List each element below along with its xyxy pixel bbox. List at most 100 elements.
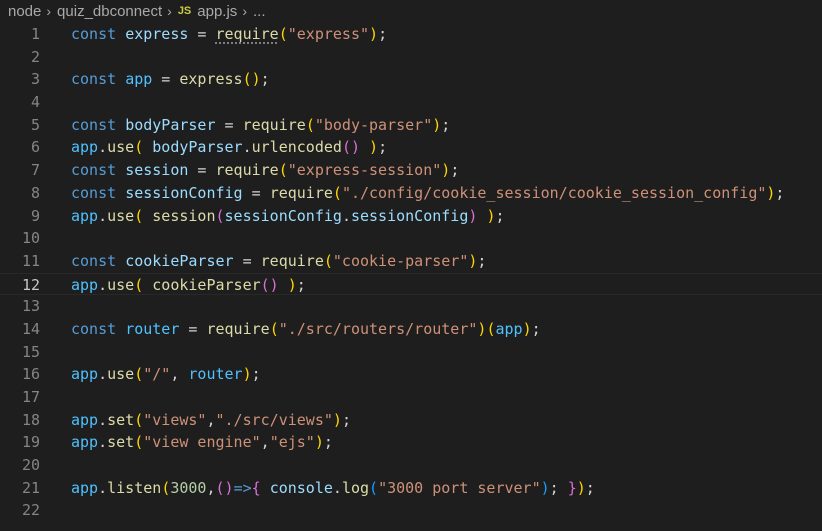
line-number: 6	[30, 138, 40, 157]
code-line[interactable]: 9 app.use( session(sessionConfig.sessionC…	[0, 205, 822, 228]
code-token: use	[107, 138, 135, 157]
code-token: ,	[206, 478, 216, 497]
code-token: )	[432, 115, 442, 134]
code-token: )	[287, 275, 297, 294]
code-token: .	[98, 410, 108, 429]
line-number: 14	[21, 319, 40, 338]
code-token: .	[98, 478, 108, 497]
code-token: )	[369, 25, 379, 43]
chevron-right-icon: ›	[167, 3, 172, 19]
code-token: ,	[206, 410, 216, 429]
code-token: .	[98, 138, 108, 157]
code-line[interactable]: 5 const bodyParser = require("body-parser…	[0, 114, 822, 137]
code-token: .	[332, 478, 342, 497]
code-line[interactable]: 10	[0, 227, 822, 250]
code-line[interactable]: 14 const router = require("./src/routers/…	[0, 318, 822, 341]
code-token: const	[71, 70, 117, 89]
code-line[interactable]: 21 app.listen(3000,()=>{ console.log("300…	[0, 477, 822, 500]
line-number: 2	[30, 47, 40, 66]
code-line[interactable]: 12 app.use( cookieParser() );	[0, 272, 822, 296]
code-token: sessionConfig	[125, 183, 243, 202]
line-number: 7	[30, 161, 40, 180]
code-line[interactable]: 19 app.set("view engine","ejs");	[0, 431, 822, 454]
code-token: const	[71, 251, 117, 270]
code-token: =>	[233, 478, 252, 497]
line-number: 22	[21, 501, 40, 520]
code-token: app	[71, 365, 99, 384]
code-token: ;	[775, 183, 785, 202]
code-token: app	[71, 433, 99, 452]
code-token: )	[314, 433, 324, 452]
code-token: ;	[323, 433, 333, 452]
code-line[interactable]: 13	[0, 295, 822, 318]
code-text: app.use( bodyParser.urlencoded() );	[71, 136, 387, 159]
code-text: const bodyParser = require("body-parser"…	[71, 114, 450, 137]
code-token: console	[269, 478, 333, 497]
code-token: ;	[251, 365, 261, 384]
code-token: sessionConfig	[350, 206, 469, 225]
breadcrumb-item-file[interactable]: app.js	[197, 3, 237, 20]
code-token: ;	[441, 115, 451, 134]
code-line[interactable]: 17	[0, 386, 822, 409]
javascript-file-icon: JS	[177, 5, 192, 17]
code-token: express	[125, 25, 189, 43]
code-token: =	[215, 115, 243, 134]
code-token: router	[188, 365, 243, 384]
code-editor[interactable]: 1 const express = require("express"); 2 3 co…	[0, 23, 822, 522]
code-token: (	[134, 365, 144, 384]
code-token: ;	[260, 70, 270, 89]
code-line[interactable]: 22	[0, 499, 822, 522]
code-line[interactable]: 3 const app = express();	[0, 68, 822, 91]
code-token: ;	[495, 206, 505, 225]
code-line[interactable]: 4	[0, 91, 822, 114]
line-number: 19	[21, 433, 40, 452]
code-line[interactable]: 1 const express = require("express");	[0, 23, 822, 46]
code-token: ;	[341, 410, 351, 429]
code-line[interactable]: 11 const cookieParser = require("cookie-p…	[0, 250, 822, 273]
line-number: 18	[21, 410, 40, 429]
code-token: .	[98, 206, 108, 225]
code-token: ;	[450, 161, 460, 180]
chevron-right-icon: ›	[46, 3, 52, 19]
code-token: )	[369, 138, 379, 157]
code-text: app.set("views","./src/views");	[71, 409, 351, 432]
code-line[interactable]: 15	[0, 341, 822, 364]
code-token: app	[71, 275, 99, 294]
code-token: session	[125, 161, 189, 180]
code-token: ()	[215, 478, 234, 497]
code-token: app	[495, 319, 523, 338]
code-token: ;	[477, 251, 487, 270]
code-line[interactable]: 20	[0, 454, 822, 477]
code-text: app.use("/", router);	[71, 363, 261, 386]
code-token: )	[441, 161, 451, 180]
code-token: .	[98, 433, 108, 452]
breadcrumb-item-folder[interactable]: quiz_dbconnect	[57, 3, 162, 20]
code-token: use	[107, 206, 135, 225]
breadcrumb-item-node[interactable]: node	[8, 3, 41, 20]
code-token: "cookie-parser"	[332, 251, 469, 270]
breadcrumb-more[interactable]: ...	[253, 3, 266, 20]
code-line[interactable]: 18 app.set("views","./src/views");	[0, 409, 822, 432]
code-line[interactable]: 6 app.use( bodyParser.urlencoded() );	[0, 136, 822, 159]
code-token: (	[134, 410, 144, 429]
code-line[interactable]: 8 const sessionConfig = require("./config…	[0, 182, 822, 205]
code-line[interactable]: 16 app.use("/", router);	[0, 363, 822, 386]
code-token: .	[341, 206, 351, 225]
line-number: 16	[21, 365, 40, 384]
code-token: )	[242, 365, 252, 384]
code-line[interactable]: 7 const session = require("express-sessio…	[0, 159, 822, 182]
code-token: express	[179, 70, 243, 89]
code-token: (	[269, 319, 279, 338]
code-token: cookieParser	[125, 251, 234, 270]
code-token: (	[215, 206, 225, 225]
code-token: (	[278, 25, 288, 43]
code-token: ;	[296, 275, 306, 294]
code-line[interactable]: 2	[0, 46, 822, 69]
line-number: 12	[21, 275, 40, 294]
code-token: "ejs"	[269, 433, 315, 452]
code-text: const router = require("./src/routers/ro…	[71, 318, 541, 341]
